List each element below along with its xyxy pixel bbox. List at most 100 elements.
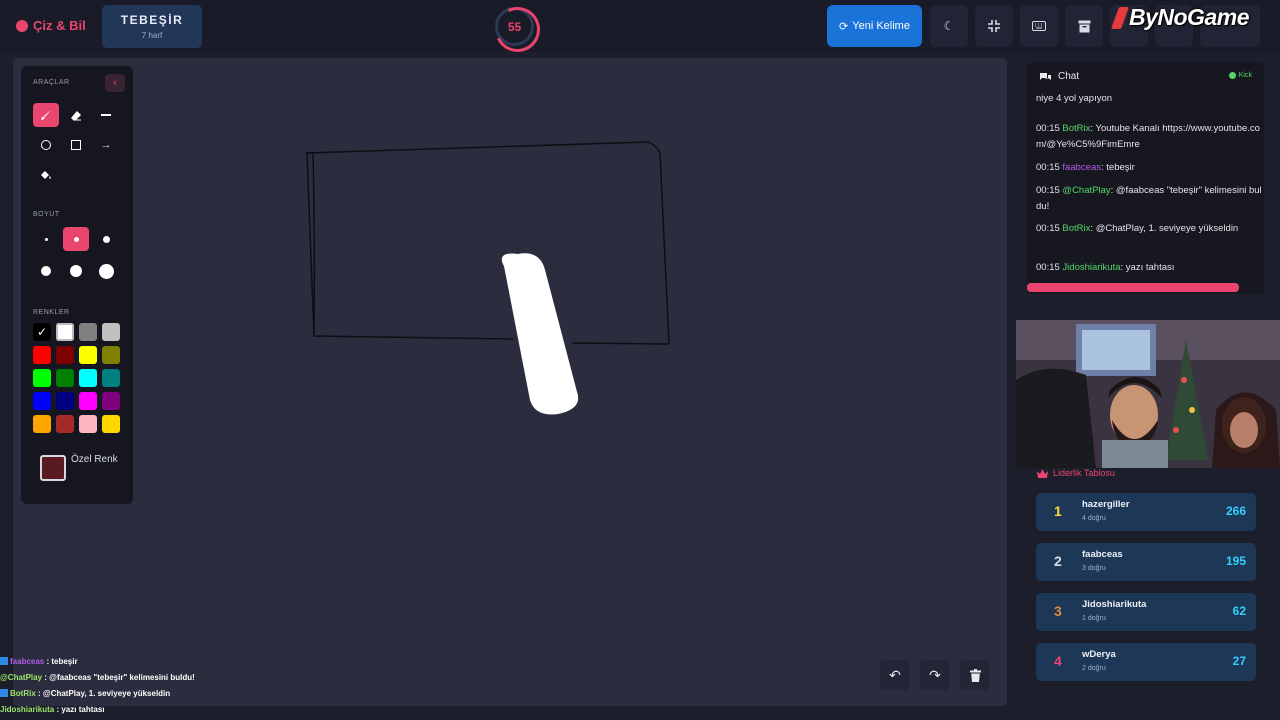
- brush-tool[interactable]: [33, 103, 59, 127]
- leaderboard-rank: 3: [1054, 603, 1062, 619]
- trash-icon: [969, 668, 981, 682]
- overlay-chat-user: faabceas: [10, 657, 45, 666]
- chat-text: tebeşir: [1106, 162, 1135, 173]
- color-swatch[interactable]: [56, 369, 74, 387]
- undo-button[interactable]: ↶: [880, 660, 910, 690]
- keyboard-button[interactable]: [1020, 5, 1058, 47]
- chat-message: 00:15 Jidoshiarikuta: yazı tahtası: [1036, 260, 1262, 276]
- timer-value: 55: [507, 19, 522, 34]
- stream-overlay-chat: faabceas : tebeşir @ChatPlay : @faabceas …: [0, 654, 300, 718]
- color-swatch[interactable]: [33, 392, 51, 410]
- overlay-chat-message: : @faabceas "tebeşir" kelimesini buldu!: [42, 673, 195, 682]
- chat-timestamp: 00:15: [1036, 185, 1063, 196]
- app-brand[interactable]: Çiz & Bil: [16, 18, 86, 33]
- color-swatch[interactable]: [102, 346, 120, 364]
- chevron-left-icon: ‹: [113, 77, 117, 89]
- online-dot-icon: [1228, 72, 1236, 79]
- archive-icon: [1078, 20, 1090, 32]
- leaderboard-rank: 2: [1054, 553, 1062, 569]
- leaderboard-score: 62: [1232, 604, 1246, 618]
- leaderboard-score: 27: [1232, 654, 1246, 668]
- arrow-tool[interactable]: →: [93, 133, 119, 157]
- archive-button[interactable]: [1065, 5, 1103, 47]
- leaderboard-name: faabceas: [1082, 549, 1123, 560]
- color-swatch[interactable]: [56, 392, 74, 410]
- size-option-3[interactable]: [93, 227, 119, 251]
- palette-icon: [16, 19, 28, 32]
- circle-tool[interactable]: [33, 133, 59, 157]
- eraser-tool[interactable]: [63, 103, 89, 127]
- compress-icon: [988, 20, 1000, 32]
- overlay-chat-message: : yazı tahtası: [54, 705, 105, 714]
- leaderboard-rank: 4: [1054, 653, 1062, 669]
- size-option-1[interactable]: [33, 227, 59, 251]
- top-bar: Çiz & Bil TEBEŞİR 7 harf 55 ⟳ Yeni Kelim…: [0, 0, 1280, 52]
- overlay-chat-user: BotRix: [10, 689, 36, 698]
- color-swatch[interactable]: [56, 415, 74, 433]
- leaderboard-correct-count: 2 doğru: [1082, 665, 1106, 672]
- new-word-button[interactable]: ⟳ Yeni Kelime: [827, 5, 922, 47]
- current-word-box: TEBEŞİR 7 harf: [102, 5, 202, 48]
- overlay-chat-line: faabceas : tebeşir: [0, 654, 300, 670]
- color-swatch[interactable]: [33, 346, 51, 364]
- color-swatch[interactable]: [79, 415, 97, 433]
- chat-username[interactable]: @ChatPlay: [1062, 185, 1110, 196]
- chat-timestamp: 00:15: [1036, 223, 1063, 234]
- leaderboard-row: 3 Jidoshiarikuta 1 doğru 62: [1036, 593, 1256, 631]
- chat-message: niye 4 yol yapıyon: [1036, 91, 1262, 107]
- theme-toggle-button[interactable]: ☾: [930, 5, 968, 47]
- rectangle-tool[interactable]: [63, 133, 89, 157]
- custom-color-swatch[interactable]: [40, 455, 66, 481]
- fullscreen-button[interactable]: [975, 5, 1013, 47]
- leaderboard-name: hazergiller: [1082, 499, 1130, 510]
- word-hint: 7 harf: [141, 31, 163, 40]
- overlay-chat-user: @ChatPlay: [0, 673, 43, 682]
- leaderboard-correct-count: 1 doğru: [1082, 615, 1106, 622]
- chat-username[interactable]: faabceas: [1062, 162, 1101, 173]
- colors-section-label: RENKLER: [33, 309, 70, 316]
- webcam-image: [1016, 320, 1280, 468]
- chat-message: 00:15 BotRix: @ChatPlay, 1. seviyeye yük…: [1036, 221, 1262, 237]
- color-swatch[interactable]: [79, 369, 97, 387]
- line-tool[interactable]: [93, 103, 119, 127]
- chat-panel: Chat Kick niye 4 yol yapıyon 00:15 BotRix…: [1027, 62, 1264, 294]
- chat-message: 00:15 BotRix: Youtube Kanalı https://www…: [1036, 121, 1262, 153]
- chat-text: yazı tahtası: [1125, 262, 1175, 273]
- chat-username[interactable]: BotRix: [1062, 123, 1090, 134]
- fill-tool[interactable]: [33, 163, 59, 187]
- overlay-chat-line: BotRix : @ChatPlay, 1. seviyeye yükseldi…: [0, 686, 300, 702]
- color-swatch[interactable]: [56, 323, 74, 341]
- size-option-5[interactable]: [63, 259, 89, 283]
- chat-message: 00:15 faabceas: tebeşir: [1036, 160, 1262, 176]
- clear-canvas-button[interactable]: [960, 660, 990, 690]
- redo-button[interactable]: ↷: [920, 660, 950, 690]
- color-swatch[interactable]: [102, 323, 120, 341]
- size-section-label: BOYUT: [33, 211, 60, 218]
- chat-title-text: Chat: [1058, 71, 1080, 82]
- color-swatch[interactable]: [79, 392, 97, 410]
- drawing-canvas[interactable]: [13, 58, 1007, 706]
- color-swatch[interactable]: [33, 415, 51, 433]
- size-option-6[interactable]: [93, 259, 119, 283]
- undo-icon: ↶: [889, 666, 901, 683]
- color-swatch[interactable]: [102, 415, 120, 433]
- color-swatch[interactable]: [79, 323, 97, 341]
- custom-color-label: Özel Renk: [71, 454, 118, 465]
- chat-username[interactable]: Jidoshiarikuta: [1062, 262, 1120, 273]
- size-option-4[interactable]: [33, 259, 59, 283]
- color-swatch[interactable]: [33, 369, 51, 387]
- collapse-panel-button[interactable]: ‹: [105, 74, 125, 92]
- color-swatch[interactable]: ✓: [33, 323, 51, 341]
- chat-username[interactable]: BotRix: [1062, 223, 1090, 234]
- color-swatch[interactable]: [102, 369, 120, 387]
- color-swatch[interactable]: [102, 392, 120, 410]
- size-option-2[interactable]: [63, 227, 89, 251]
- color-swatch[interactable]: [56, 346, 74, 364]
- overlay-chat-message: : tebeşir: [44, 657, 78, 666]
- platform-name: Kick: [1238, 72, 1252, 79]
- chat-scroll-bar[interactable]: [1027, 283, 1239, 292]
- chat-bubble-icon: [1040, 72, 1051, 80]
- color-swatch[interactable]: [79, 346, 97, 364]
- webcam-feed: [1016, 320, 1280, 468]
- chat-text: niye 4 yol yapıyon: [1036, 93, 1113, 104]
